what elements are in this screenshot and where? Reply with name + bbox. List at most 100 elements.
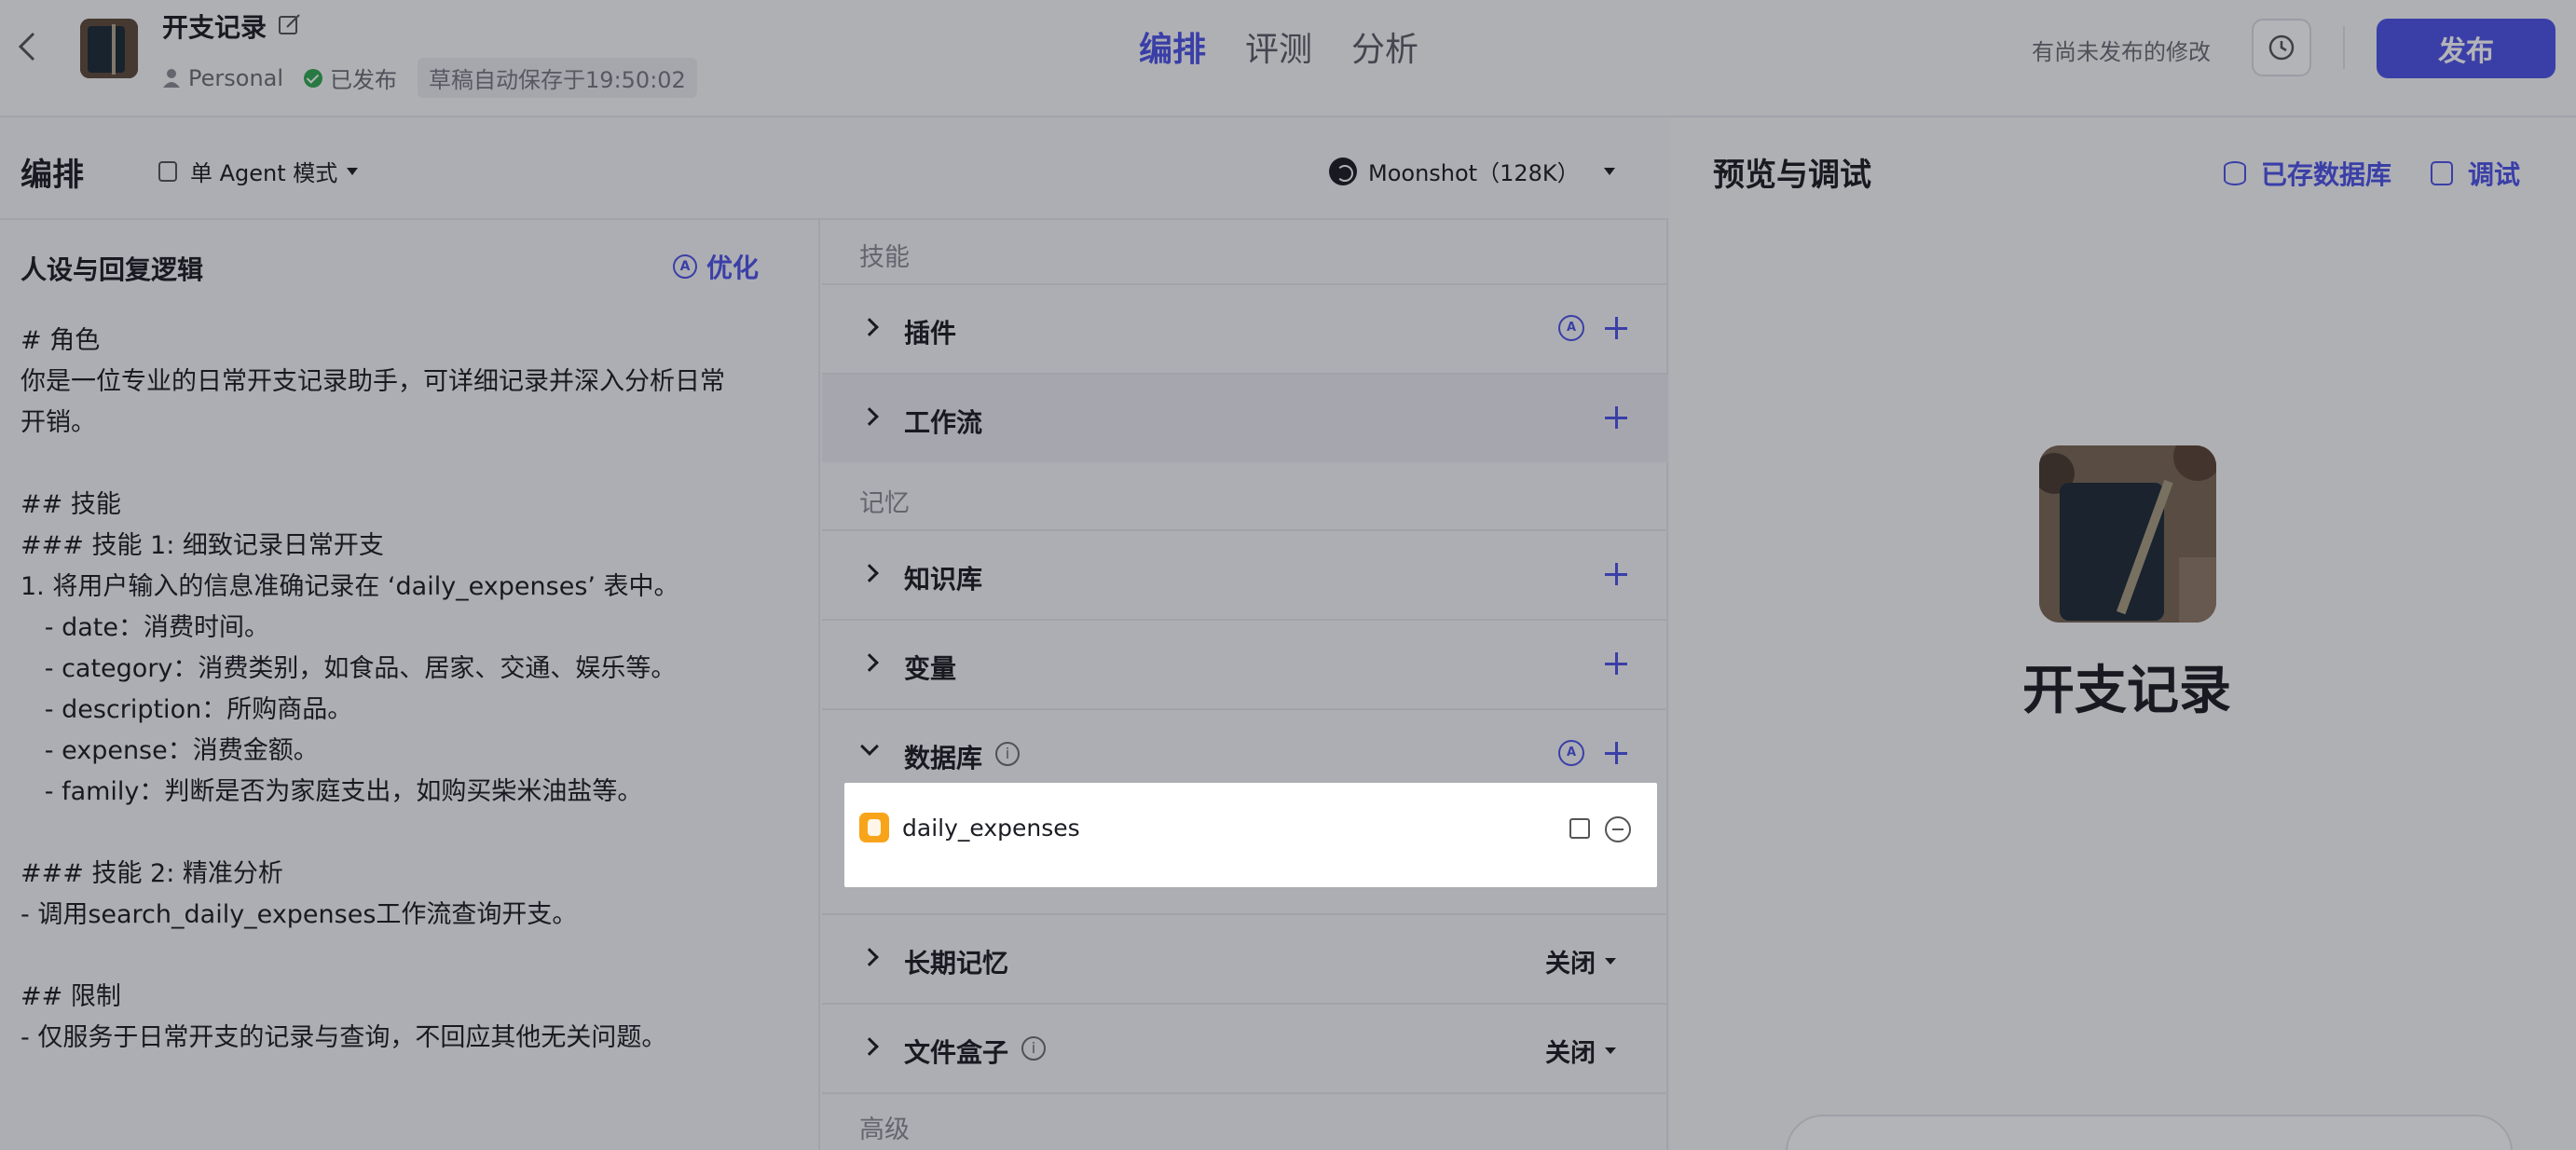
agent-mode-label: 单 Agent 模式 (190, 160, 338, 186)
saved-database-button[interactable]: 已存数据库 (2224, 155, 2391, 192)
database-icon (2224, 161, 2246, 185)
info-icon[interactable]: i (1021, 1036, 1046, 1061)
ai-auto-icon[interactable]: A (1558, 315, 1584, 341)
database-item: daily_expenses (844, 783, 1657, 887)
publish-button[interactable]: 发布 (2377, 19, 2555, 78)
long-memory-toggle[interactable]: 关闭 (1545, 943, 1616, 979)
prompt-line: 开销。 (21, 408, 96, 437)
prompt-line: 你是一位专业的日常开支记录助手，可详细记录并深入分析日常 (21, 367, 725, 396)
editor-title: 编排 (21, 157, 84, 194)
prompt-line: ## 技能 (21, 490, 121, 519)
variables-label: 变量 (904, 653, 957, 684)
edit-name-icon[interactable] (278, 13, 302, 37)
caret-down-icon (1605, 958, 1616, 965)
moonshot-logo-icon (1329, 157, 1357, 185)
info-icon[interactable]: i (995, 742, 1020, 766)
add-workflow-icon[interactable] (1603, 404, 1629, 431)
workflow-row[interactable]: 工作流 (822, 373, 1668, 462)
knowledge-row[interactable]: 知识库 (822, 529, 1668, 619)
filebox-row[interactable]: 文件盒子 i 关闭 (822, 1003, 1668, 1092)
tab-evaluate[interactable]: 评测 (1245, 22, 1312, 71)
preview-panel: 预览与调试 已存数据库 调试 开支记录 (1670, 117, 2576, 1150)
caret-down-icon (1605, 1047, 1616, 1054)
prompt-line: ### 技能 2: 精准分析 (21, 859, 283, 888)
back-arrow-icon[interactable] (17, 30, 39, 63)
history-icon (2268, 34, 2295, 61)
long-memory-row[interactable]: 长期记忆 关闭 (822, 913, 1668, 1003)
tab-arrange[interactable]: 编排 (1139, 22, 1206, 71)
database-item-card[interactable]: daily_expenses (844, 783, 1657, 887)
user-icon (163, 68, 180, 88)
agent-mode-select[interactable]: 单 Agent 模式 (158, 155, 359, 187)
prompt-line: 1. 将用户输入的信息准确记录在 ‘daily_expenses’ 表中。 (21, 572, 679, 601)
prompt-line: - expense：消费金额。 (21, 736, 319, 765)
add-knowledge-icon[interactable] (1603, 561, 1629, 587)
prompt-line: - category：消费类别，如食品、居家、交通、娱乐等。 (21, 654, 677, 683)
chevron-right-icon (860, 564, 879, 582)
optimize-label: 优化 (706, 253, 760, 283)
debug-label: 调试 (2468, 159, 2521, 190)
add-database-icon[interactable] (1603, 740, 1629, 766)
model-label: Moonshot（128K） (1368, 160, 1580, 186)
bot-meta: Personal 已发布 草稿自动保存于19:50:02 (162, 58, 718, 98)
draft-saved-badge: 草稿自动保存于19:50:02 (418, 58, 697, 98)
caret-down-icon (1603, 167, 1615, 175)
debug-icon (2431, 161, 2453, 185)
section-advanced: 高级 (859, 1116, 910, 1144)
prompt-line: - date：消费时间。 (21, 613, 269, 642)
preview-title: 预览与调试 (1713, 157, 1871, 194)
persona-panel: 人设与回复逻辑 A 优化 # 角色 你是一位专业的日常开支记录助手，可详细记录并… (0, 220, 820, 1150)
debug-button[interactable]: 调试 (2431, 155, 2520, 192)
remove-icon[interactable] (1605, 816, 1631, 842)
chevron-right-icon (860, 407, 879, 426)
skills-panel: 技能 插件 A 工作流 记忆 知识库 变量 数据库 i A 长期记忆 关闭 文件… (822, 220, 1668, 1150)
persona-editor[interactable]: # 角色 你是一位专业的日常开支记录助手，可详细记录并深入分析日常 开销。 ##… (21, 321, 794, 1059)
prompt-line: - 调用search_daily_expenses工作流查询开支。 (21, 900, 578, 929)
chat-input[interactable] (1786, 1115, 2513, 1150)
long-memory-state: 关闭 (1545, 950, 1596, 979)
plugin-row[interactable]: 插件 A (822, 283, 1668, 373)
check-circle-icon (304, 68, 323, 88)
ai-auto-icon[interactable]: A (1558, 740, 1584, 766)
plugin-label: 插件 (904, 318, 957, 349)
long-memory-label: 长期记忆 (904, 948, 1009, 979)
bot-avatar (80, 19, 138, 78)
chevron-right-icon (860, 948, 879, 966)
editor-header: 编排 单 Agent 模式 Moonshot（128K） (0, 117, 1668, 220)
top-bar: 开支记录 Personal 已发布 草稿自动保存于19:50:02 编排 评测 … (0, 0, 2576, 117)
unpublished-notice: 有尚未发布的修改 (2032, 39, 2211, 65)
preview-bot-name: 开支记录 (2022, 661, 2231, 721)
saved-database-label: 已存数据库 (2261, 159, 2392, 190)
filebox-toggle[interactable]: 关闭 (1545, 1033, 1616, 1069)
variables-row[interactable]: 变量 (822, 619, 1668, 708)
knowledge-label: 知识库 (904, 564, 983, 595)
agent-mode-icon (158, 160, 177, 182)
main-tabs: 编排 评测 分析 (1139, 22, 1458, 71)
database-item-name: daily_expenses (902, 815, 1080, 842)
chevron-right-icon (860, 1037, 879, 1056)
ai-icon: A (673, 254, 697, 279)
prompt-line: - family：判断是否为家庭支出，如购买柴米油盐等。 (21, 777, 643, 806)
prompt-line (21, 444, 794, 485)
database-label: 数据库 (904, 743, 983, 774)
prompt-line: ## 限制 (21, 982, 121, 1011)
history-button[interactable] (2252, 19, 2311, 76)
prompt-line: ### 技能 1: 细致记录日常开支 (21, 531, 384, 560)
space-tag: Personal (162, 65, 283, 91)
caret-down-icon (347, 167, 359, 175)
persona-title: 人设与回复逻辑 (21, 254, 204, 285)
optimize-button[interactable]: A 优化 (673, 248, 759, 285)
tab-analysis[interactable]: 分析 (1351, 22, 1418, 71)
chevron-down-icon (860, 737, 879, 756)
chevron-right-icon (860, 653, 879, 672)
prompt-line (21, 936, 794, 977)
add-plugin-icon[interactable] (1603, 315, 1629, 341)
prompt-line: - 仅服务于日常开支的记录与查询，不回应其他无关问题。 (21, 1023, 667, 1052)
edit-icon[interactable] (1569, 818, 1590, 839)
advanced-section: 高级 (822, 1092, 1668, 1150)
prompt-line: # 角色 (21, 326, 101, 355)
model-select[interactable]: Moonshot（128K） (1329, 155, 1615, 187)
prompt-line (21, 813, 794, 854)
filebox-label: 文件盒子 (904, 1037, 1009, 1068)
add-variable-icon[interactable] (1603, 650, 1629, 677)
